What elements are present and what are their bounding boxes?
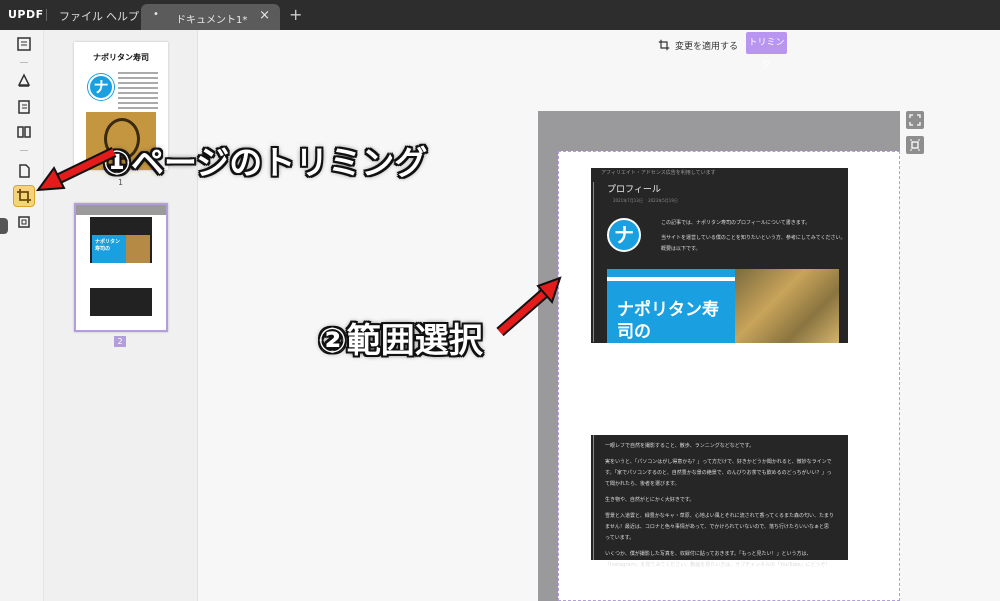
comment-tool-icon[interactable] xyxy=(14,70,34,90)
auto-crop-icon[interactable] xyxy=(906,136,924,154)
card-title: プロフィール xyxy=(607,185,661,195)
banner-text: ナポリタン寿司の xyxy=(607,269,735,343)
card-header: アフィリエイト・アドセンス広告を利用しています xyxy=(601,170,716,176)
accent-line xyxy=(593,435,594,560)
card-description: この記事では、ナポリタン寿司のプロフィールについて書きます。 当サイトを運営して… xyxy=(661,218,846,255)
title-bar: UPDF ファイル ヘルプ • ドキュメント1* × + xyxy=(0,0,1000,30)
text-card: 一眼レフで自然を撮影すること、散歩、ランニングなどなどです。 実をいうと、「パソ… xyxy=(591,435,848,568)
thumbnail-panel: ナポリタン寿司 ナ 1 ナポリタン寿司の 2 xyxy=(44,30,198,601)
crop-margin xyxy=(76,205,166,215)
logo-icon: ナ xyxy=(88,74,114,100)
thumbnail-title: ナポリタン寿司 xyxy=(93,53,149,62)
divider xyxy=(20,62,28,63)
profile-card: アフィリエイト・アドセンス広告を利用しています プロフィール 2021年7月13… xyxy=(591,168,848,343)
thumb-photo xyxy=(126,235,150,263)
desc-line: この記事では、ナポリタン寿司のプロフィールについて書きます。 xyxy=(661,220,811,226)
apply-label: 変更を適用する xyxy=(675,41,739,52)
reader-tool-icon[interactable] xyxy=(14,34,34,54)
paragraph: 一眼レフで自然を撮影すること、散歩、ランニングなどなどです。 xyxy=(605,443,755,449)
app-logo: UPDF xyxy=(8,8,44,21)
panel-collapse-handle[interactable] xyxy=(0,218,8,234)
paragraph: いくつか、僕が撮影した写真を、収録付に貼っておきます。「もっと見たい！」という方… xyxy=(605,551,831,568)
annotation-crop-pages: ①ページのトリミング xyxy=(103,143,428,182)
fit-page-icon[interactable] xyxy=(906,111,924,129)
divider xyxy=(20,150,28,151)
tab-modified-dot: • xyxy=(153,9,159,20)
desc-line: 当サイトを運営している僕のことを知りたいという方、参考にしてみてください。 xyxy=(661,235,846,241)
new-tab-button[interactable]: + xyxy=(289,5,302,24)
thumb-card xyxy=(90,288,152,316)
form-tool-icon[interactable] xyxy=(14,212,34,232)
page-number-2: 2 xyxy=(114,336,126,347)
trim-button[interactable]: トリミング xyxy=(746,32,787,70)
organize-tool-icon[interactable] xyxy=(14,122,34,142)
tab-close-icon[interactable]: × xyxy=(259,8,270,23)
thumb-banner: ナポリタン寿司の xyxy=(92,235,126,263)
crop-icon xyxy=(658,39,670,51)
menu-file[interactable]: ファイル xyxy=(59,8,103,24)
document-tab[interactable]: • ドキュメント1* × xyxy=(141,4,280,30)
avatar: ナ xyxy=(607,218,641,252)
page-thumbnail-2[interactable]: ナポリタン寿司の xyxy=(74,203,168,332)
divider xyxy=(46,9,47,21)
paragraph: 実をいうと、「パソコンはがし得意かも？」って方だけで、好きかどうか聞かれると、微… xyxy=(605,459,832,487)
paragraph: 雪景と入道雲と、緑豊かなキャ・草原、心地よい風とそれに流されて香ってくるまた森の… xyxy=(605,513,834,541)
text-lines xyxy=(118,72,158,112)
tab-title: ドキュメント1* xyxy=(176,15,248,26)
accent-line xyxy=(593,182,594,342)
red-arrow-icon xyxy=(496,276,562,337)
card-date: 2021年7月13日 2023年5月19日 xyxy=(613,198,678,203)
thumb-card: ナポリタン寿司の xyxy=(90,217,152,263)
red-arrow-icon xyxy=(35,147,117,192)
desc-line: 概要は以下です。 xyxy=(661,246,701,252)
edit-tool-icon[interactable] xyxy=(14,97,34,117)
wheat-photo xyxy=(735,269,839,343)
menu-help[interactable]: ヘルプ xyxy=(106,8,139,24)
apply-changes-button[interactable]: 変更を適用する xyxy=(658,36,738,54)
annotation-select-range: ②範囲選択 xyxy=(318,321,483,361)
paragraph: 生き物や、自然がとにかく大好きです。 xyxy=(605,497,695,503)
tool-rail xyxy=(0,30,44,601)
